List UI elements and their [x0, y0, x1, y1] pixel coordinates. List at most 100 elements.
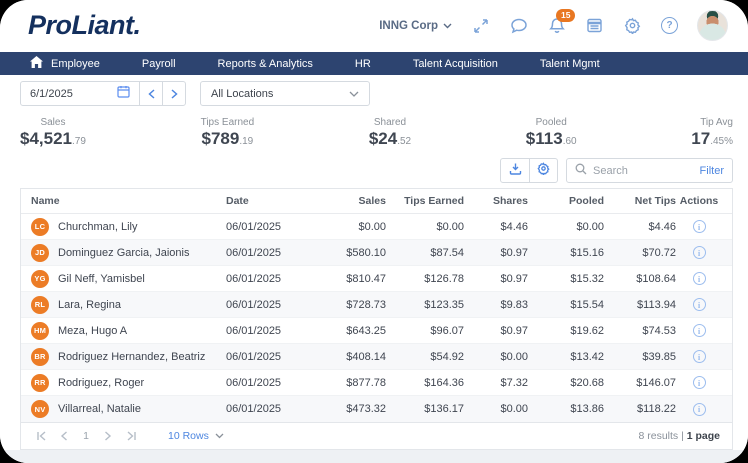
employee-initials-avatar: NV — [31, 400, 49, 418]
chevron-down-icon — [215, 430, 224, 442]
cell-date: 06/01/2025 — [226, 350, 282, 363]
employee-initials-avatar: YG — [31, 269, 49, 288]
nav-item-hr[interactable]: HR — [355, 58, 371, 70]
schedule-icon[interactable] — [585, 16, 604, 35]
table-footer: 1 10 Rows 8 results | 1 page — [21, 422, 732, 449]
cell-sales: $877.78 — [346, 376, 386, 389]
column-settings-button[interactable] — [529, 159, 557, 182]
cell-net-tips: $108.64 — [636, 272, 676, 285]
first-page-icon[interactable] — [33, 428, 49, 444]
prev-page-icon[interactable] — [56, 428, 72, 444]
table-row[interactable]: JD Dominguez Garcia, Jaionis 06/01/2025 … — [21, 240, 732, 266]
home-icon — [30, 56, 43, 71]
help-icon[interactable]: ? — [661, 17, 678, 35]
nav-item-talent-acquisition[interactable]: Talent Acquisition — [413, 58, 498, 70]
cell-shares: $0.00 — [500, 350, 528, 363]
user-avatar[interactable] — [697, 10, 728, 42]
table-row[interactable]: LC Churchman, Lily 06/01/2025 $0.00 $0.0… — [21, 214, 732, 240]
row-info-icon[interactable]: i — [692, 246, 706, 259]
table-header: Name Date Sales Tips Earned Shares Poole… — [21, 189, 732, 214]
nav-item-reports-analytics[interactable]: Reports & Analytics — [218, 58, 313, 70]
col-tips-earned[interactable]: Tips Earned — [386, 195, 464, 207]
table-toolbar: Filter — [20, 158, 733, 183]
tips-table: Name Date Sales Tips Earned Shares Poole… — [20, 188, 733, 450]
employee-initials-avatar: BR — [31, 347, 49, 366]
cell-pooled: $0.00 — [576, 220, 604, 233]
employee-name: Churchman, Lily — [58, 220, 138, 233]
employee-name: Rodriguez, Roger — [58, 376, 145, 389]
row-info-icon[interactable]: i — [692, 402, 706, 416]
cell-shares: $0.97 — [500, 324, 528, 337]
expand-icon[interactable] — [471, 16, 490, 35]
cell-shares: $0.97 — [500, 272, 528, 285]
search-input[interactable] — [593, 164, 694, 177]
nav-item-payroll[interactable]: Payroll — [142, 58, 176, 70]
location-value: All Locations — [211, 87, 274, 100]
col-pooled[interactable]: Pooled — [528, 195, 604, 207]
cell-pooled: $13.86 — [570, 403, 604, 415]
col-name[interactable]: Name — [31, 195, 226, 207]
col-actions: Actions — [679, 195, 719, 207]
row-info-icon[interactable]: i — [692, 298, 706, 311]
notifications-bell-icon[interactable]: 15 — [547, 9, 576, 35]
col-shares[interactable]: Shares — [464, 195, 528, 207]
row-info-icon[interactable]: i — [692, 220, 706, 233]
notification-badge: 15 — [556, 9, 576, 22]
cell-shares: $7.32 — [500, 376, 528, 389]
next-date-button[interactable] — [162, 82, 185, 106]
cell-net-tips: $39.85 — [642, 350, 676, 363]
row-info-icon[interactable]: i — [692, 272, 706, 285]
chevron-down-icon — [349, 88, 359, 100]
table-row[interactable]: RL Lara, Regina 06/01/2025 $728.73 $123.… — [21, 292, 732, 318]
employee-initials-avatar: RR — [31, 373, 49, 392]
col-date[interactable]: Date — [226, 195, 318, 207]
row-info-icon[interactable]: i — [692, 376, 706, 389]
col-sales[interactable]: Sales — [318, 195, 386, 207]
nav-item-employee[interactable]: Employee — [30, 56, 100, 71]
employee-name: Dominguez Garcia, Jaionis — [58, 246, 190, 259]
cell-pooled: $15.32 — [570, 272, 604, 285]
nav-item-talent-mgmt[interactable]: Talent Mgmt — [540, 58, 600, 70]
cell-tips-earned: $54.92 — [430, 350, 464, 363]
chat-icon[interactable] — [509, 16, 528, 35]
table-row[interactable]: RR Rodriguez, Roger 06/01/2025 $877.78 $… — [21, 370, 732, 396]
rows-per-page-select[interactable]: 10 Rows — [168, 430, 224, 442]
table-row[interactable]: BR Rodriguez Hernandez, Beatriz 06/01/20… — [21, 344, 732, 370]
date-input[interactable]: 6/1/2025 — [21, 82, 139, 105]
cell-shares: $9.83 — [500, 298, 528, 311]
calendar-icon — [117, 85, 130, 103]
row-info-icon[interactable]: i — [692, 350, 706, 363]
cell-pooled: $20.68 — [570, 376, 604, 389]
cell-date: 06/01/2025 — [226, 403, 282, 415]
cell-pooled: $15.16 — [570, 246, 604, 259]
cell-date: 06/01/2025 — [226, 376, 282, 389]
table-row[interactable]: YG Gil Neff, Yamisbel 06/01/2025 $810.47… — [21, 266, 732, 292]
cell-sales: $810.47 — [346, 272, 386, 285]
cell-date: 06/01/2025 — [226, 220, 282, 233]
date-picker-group: 6/1/2025 — [20, 81, 186, 107]
cell-pooled: $19.62 — [570, 324, 604, 337]
next-page-icon[interactable] — [100, 428, 116, 444]
table-row[interactable]: HM Meza, Hugo A 06/01/2025 $643.25 $96.0… — [21, 318, 732, 344]
row-info-icon[interactable]: i — [692, 324, 706, 337]
summary-stats: Sales $4,521.79 Tips Earned $789.19 Shar… — [20, 117, 733, 149]
cell-shares: $4.46 — [500, 220, 528, 233]
table-body: LC Churchman, Lily 06/01/2025 $0.00 $0.0… — [21, 214, 732, 422]
employee-name: Villarreal, Natalie — [58, 403, 141, 415]
last-page-icon[interactable] — [123, 428, 139, 444]
table-row[interactable]: NV Villarreal, Natalie 06/01/2025 $473.3… — [21, 396, 732, 422]
main-nav: Employee Payroll Reports & Analytics HR … — [0, 51, 748, 76]
cell-shares: $0.97 — [500, 246, 528, 259]
location-select[interactable]: All Locations — [200, 81, 370, 107]
stat-sales: Sales $4,521.79 — [20, 117, 86, 149]
cell-tips-earned: $0.00 — [436, 220, 464, 233]
gear-icon[interactable] — [623, 16, 642, 35]
col-net-tips[interactable]: Net Tips — [604, 195, 676, 207]
company-selector[interactable]: INNG Corp — [379, 20, 452, 32]
download-button[interactable] — [501, 159, 529, 182]
cell-tips-earned: $164.36 — [424, 376, 464, 389]
prev-date-button[interactable] — [139, 82, 162, 106]
cell-tips-earned: $126.78 — [424, 272, 464, 285]
cell-net-tips: $4.46 — [648, 220, 676, 233]
filter-button[interactable]: Filter — [700, 165, 724, 177]
